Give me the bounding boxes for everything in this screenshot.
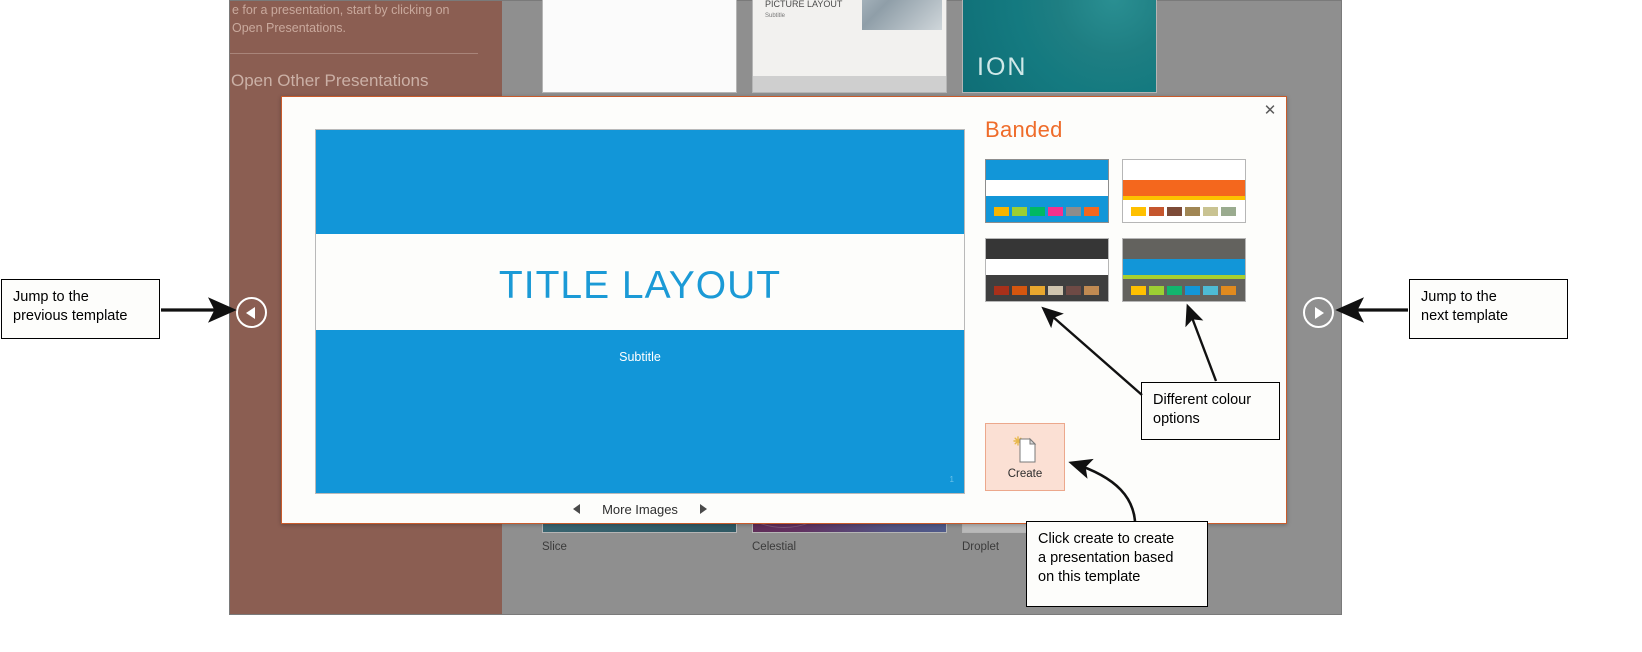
colour-option-mid-band xyxy=(1123,259,1245,275)
colour-option-top-band xyxy=(986,160,1108,180)
gallery-thumb-blank[interactable] xyxy=(542,0,737,93)
swatch-2 xyxy=(1030,286,1045,295)
colour-option-top-band xyxy=(1123,160,1245,180)
picture-layout-image xyxy=(862,0,942,30)
swatch-0 xyxy=(994,286,1009,295)
callout-prev-template: Jump to the previous template xyxy=(1,279,160,339)
next-template-arrow-button[interactable] xyxy=(1303,297,1334,328)
gallery-label-celestial: Celestial xyxy=(752,541,797,553)
slide-bottom-band: Subtitle 1 xyxy=(316,330,964,493)
picture-layout-subtitle: Subtitle xyxy=(765,13,786,19)
swatch-4 xyxy=(1203,207,1218,216)
swatch-4 xyxy=(1066,207,1081,216)
more-images-next-icon[interactable] xyxy=(699,504,707,514)
gallery-label-slice: Slice xyxy=(542,541,567,553)
previous-template-arrow-button[interactable] xyxy=(236,297,267,328)
callout-create-text: Click create to create a presentation ba… xyxy=(1038,531,1175,585)
template-details-pane: Banded xyxy=(985,117,1270,302)
template-preview-dialog: ✕ TITLE LAYOUT Subtitle 1 More Images Ba… xyxy=(281,96,1287,524)
colour-option-mid-band xyxy=(986,259,1108,275)
colour-option-swatches xyxy=(994,286,1099,295)
slide-page-number: 1 xyxy=(949,475,954,484)
colour-option-top-band xyxy=(1123,239,1245,259)
chevron-right-icon xyxy=(1315,306,1324,319)
swatch-1 xyxy=(1012,207,1027,216)
colour-option-swatches xyxy=(1131,286,1236,295)
colour-option-mid-band xyxy=(986,180,1108,196)
colour-option-banded-blue[interactable] xyxy=(985,159,1109,223)
screenshot-root: e for a presentation, start by clicking … xyxy=(0,0,1642,652)
swatch-2 xyxy=(1167,286,1182,295)
swatch-5 xyxy=(1084,207,1099,216)
colour-option-mid-band xyxy=(1123,180,1245,196)
swatch-4 xyxy=(1203,286,1218,295)
ion-word-label: ION xyxy=(977,53,1028,81)
swatch-2 xyxy=(1167,207,1182,216)
open-other-presentations-heading: Open Other Presentations xyxy=(231,71,429,90)
start-screen-intro-text: e for a presentation, start by clicking … xyxy=(232,3,450,35)
picture-layout-band xyxy=(753,76,946,92)
create-button-label: Create xyxy=(1007,468,1043,480)
swatch-0 xyxy=(1131,286,1146,295)
callout-colour-options-text: Different colour options xyxy=(1153,392,1252,427)
colour-option-swatches xyxy=(994,207,1099,216)
callout-prev-template-text: Jump to the previous template xyxy=(13,289,128,324)
slide-title-text: TITLE LAYOUT xyxy=(498,264,782,307)
more-images-label: More Images xyxy=(602,501,678,517)
colour-options-grid xyxy=(985,159,1253,302)
swatch-5 xyxy=(1084,286,1099,295)
callout-next-template: Jump to the next template xyxy=(1409,279,1568,339)
slide-top-band xyxy=(316,130,964,234)
swatch-1 xyxy=(1149,286,1164,295)
more-images-prev-icon[interactable] xyxy=(573,504,581,514)
callout-next-template-text: Jump to the next template xyxy=(1421,289,1509,324)
more-images-bar: More Images xyxy=(315,497,965,521)
gallery-thumb-picture-layout[interactable]: TITLE WITHPICTURE LAYOUT Subtitle xyxy=(752,0,947,93)
swatch-3 xyxy=(1048,286,1063,295)
swatch-3 xyxy=(1185,207,1200,216)
template-name-heading: Banded xyxy=(985,117,1063,142)
slide-preview: TITLE LAYOUT Subtitle 1 xyxy=(315,129,965,494)
swatch-3 xyxy=(1048,207,1063,216)
colour-option-banded-dark[interactable] xyxy=(985,238,1109,302)
swatch-0 xyxy=(994,207,1009,216)
swatch-1 xyxy=(1149,207,1164,216)
swatch-0 xyxy=(1131,207,1146,216)
swatch-1 xyxy=(1012,286,1027,295)
swatch-2 xyxy=(1030,207,1045,216)
chevron-left-icon xyxy=(246,306,255,319)
swatch-5 xyxy=(1221,207,1236,216)
colour-option-swatches xyxy=(1131,207,1236,216)
callout-colour-options: Different colour options xyxy=(1141,382,1280,440)
left-panel-divider xyxy=(230,53,478,54)
colour-option-banded-grey-blue[interactable] xyxy=(1122,238,1246,302)
slide-subtitle-text: Subtitle xyxy=(619,350,661,364)
colour-option-banded-orange[interactable] xyxy=(1122,159,1246,223)
swatch-4 xyxy=(1066,286,1081,295)
gallery-label-droplet: Droplet xyxy=(962,541,1000,553)
swatch-5 xyxy=(1221,286,1236,295)
colour-option-top-band xyxy=(986,239,1108,259)
picture-layout-caption: TITLE WITHPICTURE LAYOUT xyxy=(765,0,843,9)
gallery-thumb-ion[interactable]: ION xyxy=(962,0,1157,93)
swatch-3 xyxy=(1185,286,1200,295)
new-document-icon xyxy=(1009,434,1041,464)
create-button[interactable]: Create xyxy=(985,423,1065,491)
callout-create: Click create to create a presentation ba… xyxy=(1026,521,1208,607)
